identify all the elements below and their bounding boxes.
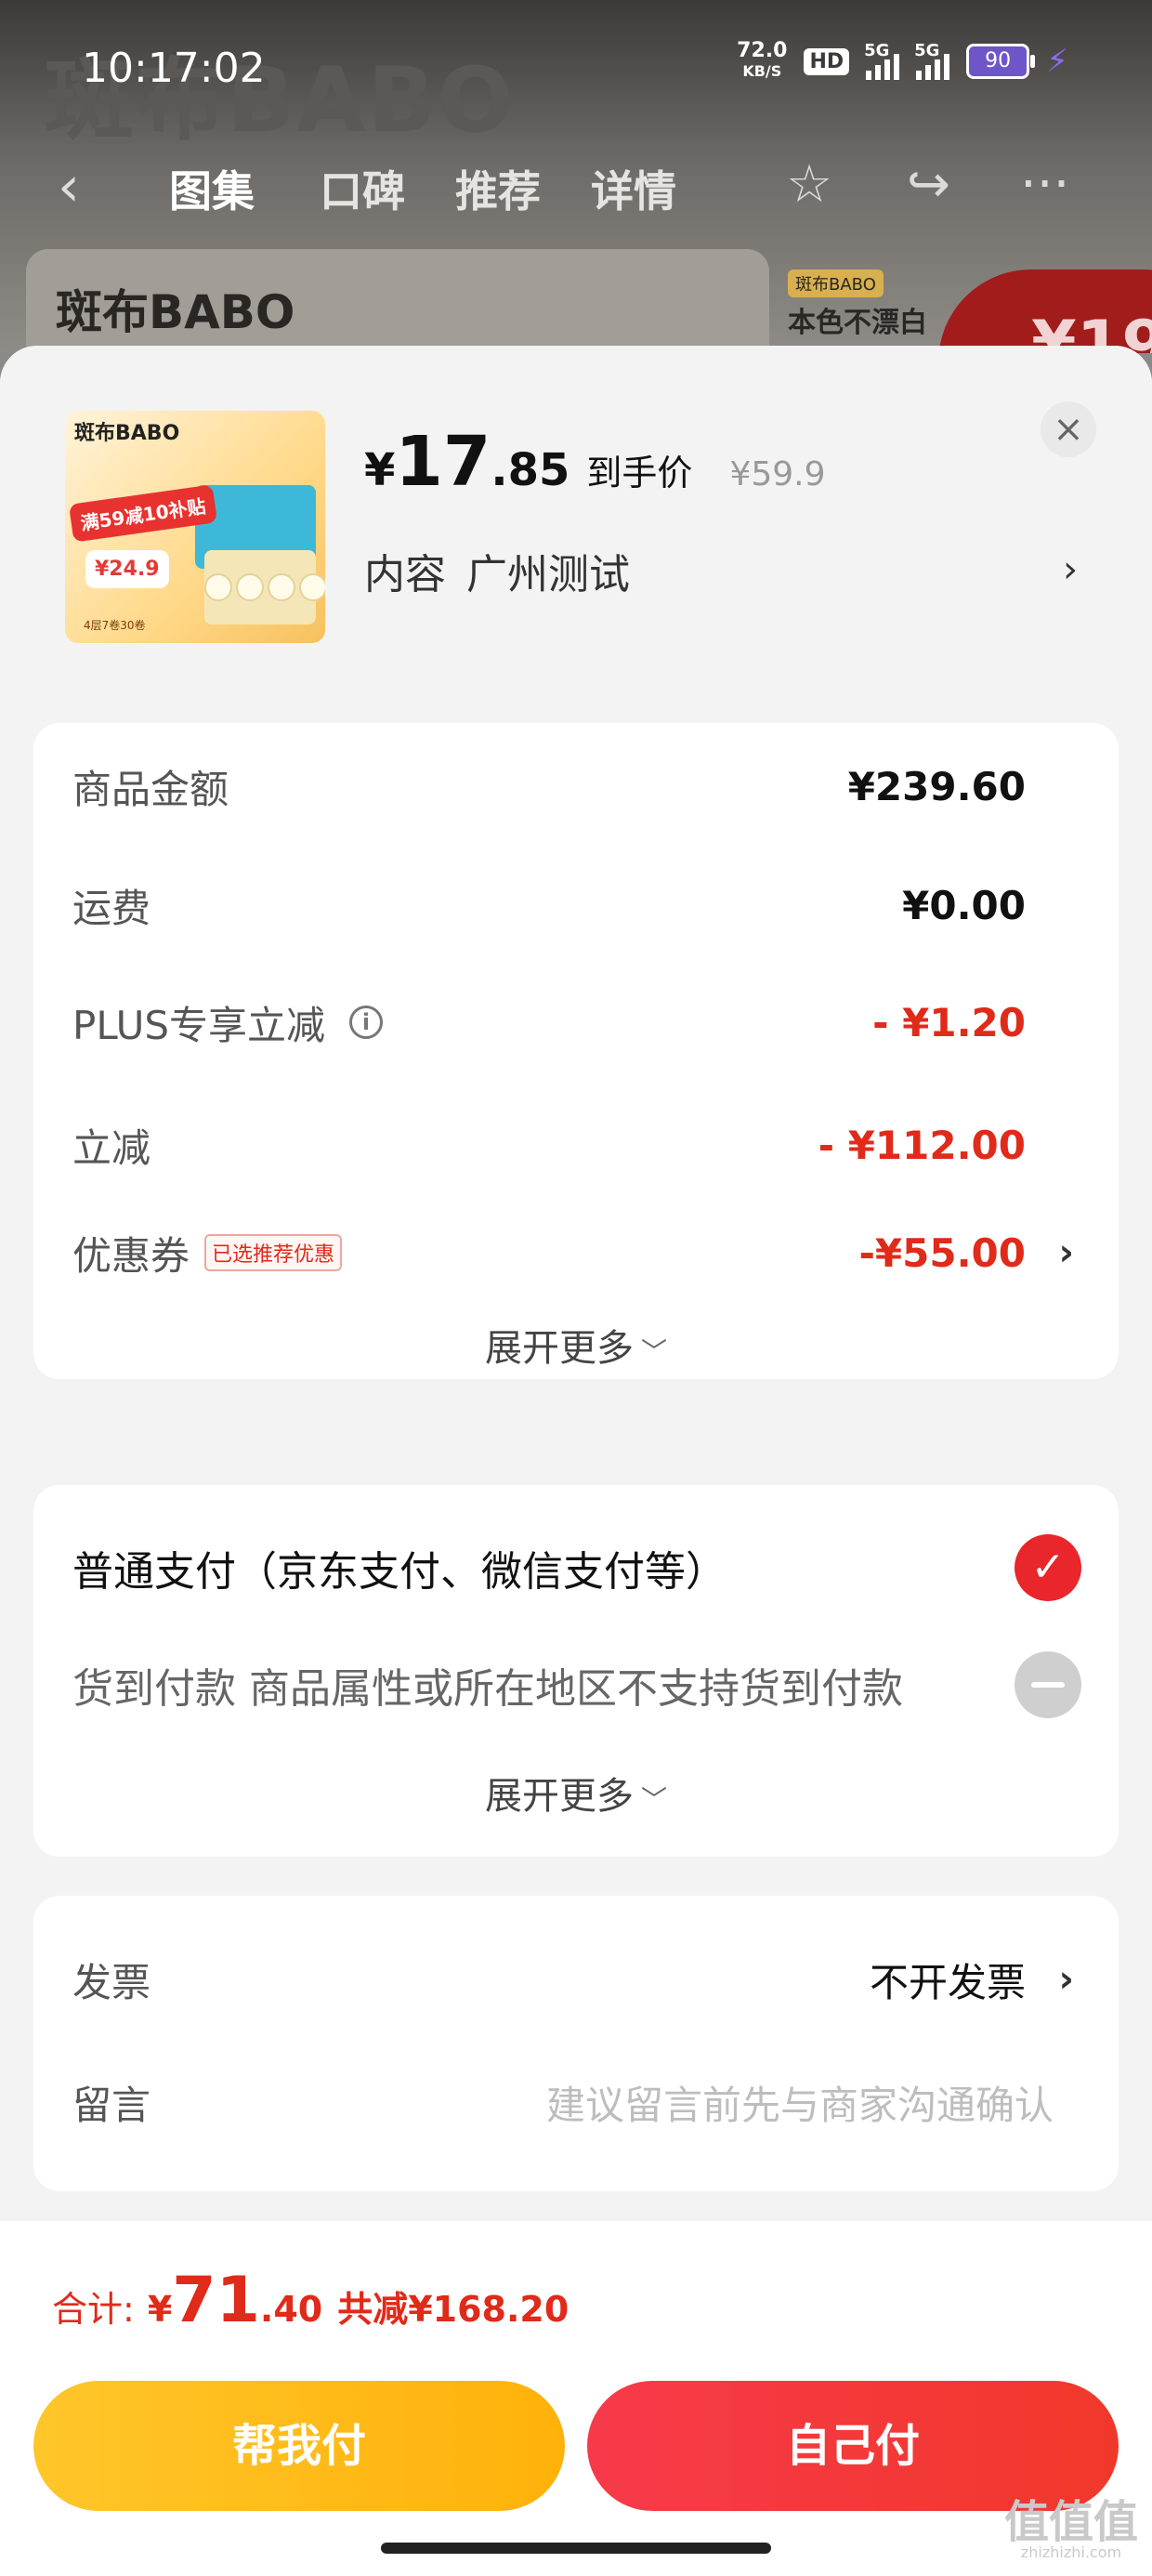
home-indicator[interactable] (381, 2543, 771, 2554)
status-time: 10:17:02 (82, 45, 266, 92)
tab-details[interactable]: 详情 (591, 158, 676, 219)
background-page: 斑布BABO 10:17:02 72.0 KB/S HD 5G 5G 90 ⚡ ‹… (0, 0, 1152, 353)
checkout-footer: 合计: ¥ 71 .40 共减¥168.20 帮我付 自己付 (0, 2221, 1152, 2576)
banner-brand-logo: 斑布BABO (56, 285, 295, 339)
chevron-down-icon: ﹀ (640, 1336, 667, 1367)
chevron-down-icon: ﹀ (640, 1784, 667, 1815)
product-header: 斑布BABO 满59减10补贴 ¥24.9 4层7卷30卷 ¥ 17 .85 到… (0, 346, 1152, 717)
side-promo-text: 本色不漂白 (788, 307, 927, 339)
back-icon[interactable]: ‹ (58, 154, 80, 219)
tab-gallery[interactable]: 图集 (169, 158, 255, 219)
help-me-pay-button[interactable]: 帮我付 (33, 2381, 565, 2511)
original-price: ¥59.9 (729, 455, 826, 493)
row-goods-amount: 商品金额 ¥239.60 (72, 763, 1026, 812)
thumb-footnote: 4层7卷30卷 (84, 619, 146, 632)
expand-more-button[interactable]: 展开更多 ﹀ (33, 1318, 1119, 1372)
final-price-label: 到手价 (586, 453, 693, 493)
price-breakdown-card-lower: 立减 - ¥112.00 优惠券 已选推荐优惠 -¥55.00 › 展开更多 ﹀ (33, 1089, 1119, 1379)
total-saved: 共减¥168.20 (337, 2289, 569, 2330)
pay-myself-button[interactable]: 自己付 (587, 2381, 1119, 2511)
payment-option-normal[interactable]: 普通支付（京东支付、微信支付等） ✓ (72, 1534, 1081, 1601)
close-icon: × (1053, 408, 1084, 451)
more-icon[interactable]: ··· (1020, 154, 1069, 215)
battery-icon: 90 (966, 44, 1036, 79)
invoice-note-card: 发票 不开发票 › 留言 建议留言前先与商家沟通确认 (33, 1896, 1119, 2191)
signal-icon-secondary: 5G (914, 41, 950, 80)
charging-icon: ⚡ (1046, 43, 1068, 80)
payment-expand-more-button[interactable]: 展开更多 ﹀ (33, 1766, 1119, 1820)
chevron-right-icon[interactable]: › (1059, 1958, 1074, 2001)
row-invoice[interactable]: 发票 不开发票 › (72, 1952, 1074, 2007)
sku-selector[interactable]: 内容 广州测试 (364, 541, 650, 600)
total-amount: 71 (172, 2264, 260, 2337)
status-bar: 10:17:02 72.0 KB/S HD 5G 5G 90 ⚡ (0, 0, 1152, 139)
signal-icon: 5G (864, 41, 900, 80)
chevron-right-icon[interactable]: › (1059, 1231, 1074, 1274)
chevron-right-icon[interactable]: › (1063, 548, 1078, 591)
side-brand-tag: 斑布BABO (788, 269, 884, 297)
price-badge-red: ¥19 (938, 269, 1152, 353)
note-input[interactable]: 建议留言前先与商家沟通确认 (546, 2074, 1054, 2131)
payment-option-cod: 货到付款 商品属性或所在地区不支持货到付款 (72, 1651, 1081, 1718)
row-plus-discount: PLUS专享立减 i - ¥1.20 (72, 999, 1026, 1048)
top-nav: ‹ 图集 口碑 推荐 详情 ☆ ↪ ··· (0, 149, 1152, 223)
thumb-price: ¥24.9 (85, 550, 169, 588)
tab-recommend[interactable]: 推荐 (455, 158, 541, 219)
favorite-star-icon[interactable]: ☆ (786, 154, 832, 215)
product-thumbnail: 斑布BABO 满59减10补贴 ¥24.9 4层7卷30卷 (65, 411, 325, 643)
share-icon[interactable]: ↪ (907, 154, 950, 215)
price-breakdown-card: 商品金额 ¥239.60 运费 ¥0.00 PLUS专享立减 i - ¥1.20 (33, 723, 1119, 1136)
info-icon[interactable]: i (349, 1005, 384, 1039)
total-summary: 合计: ¥ 71 .40 共减¥168.20 (52, 2264, 569, 2337)
tab-reviews[interactable]: 口碑 (320, 158, 405, 219)
hd-icon: HD (804, 47, 850, 75)
row-instant-discount: 立减 - ¥112.00 (72, 1122, 1026, 1171)
close-button[interactable]: × (1041, 401, 1096, 457)
final-price: ¥ 17 .85 到手价 ¥59.9 (364, 422, 826, 502)
thumb-brand-logo: 斑布BABO (74, 422, 180, 445)
sku-attr-name: 内容 (364, 551, 446, 598)
network-speed: 72.0 KB/S (737, 39, 788, 81)
thumb-paper-rolls (204, 573, 325, 601)
checkmark-selected-icon[interactable]: ✓ (1015, 1534, 1081, 1601)
row-coupon[interactable]: 优惠券 已选推荐优惠 -¥55.00 › (72, 1225, 1074, 1281)
row-note[interactable]: 留言 建议留言前先与商家沟通确认 (72, 2074, 1054, 2130)
disabled-option-icon (1015, 1651, 1081, 1718)
coupon-recommended-tag: 已选推荐优惠 (204, 1234, 343, 1271)
watermark-logo: 值值值 zhizhizhi.com (1003, 2496, 1138, 2561)
sku-attr-value: 广州测试 (466, 551, 630, 598)
row-shipping: 运费 ¥0.00 (72, 882, 1026, 931)
payment-method-card: 普通支付（京东支付、微信支付等） ✓ 货到付款 商品属性或所在地区不支持货到付款… (33, 1485, 1119, 1857)
status-icons: 72.0 KB/S HD 5G 5G 90 ⚡ (737, 41, 1068, 82)
